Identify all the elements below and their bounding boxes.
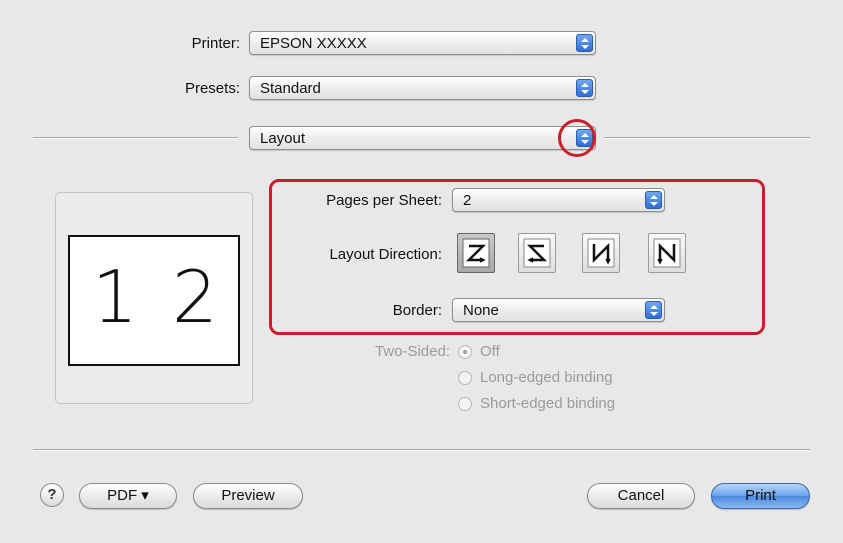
separator-right — [604, 137, 810, 139]
preview-page-2: 2 — [172, 255, 218, 339]
print-button[interactable]: Print — [711, 483, 810, 509]
layout-direction-n-button[interactable] — [582, 233, 620, 273]
printer-value: EPSON XXXXX — [260, 35, 367, 52]
layout-direction-z-button[interactable] — [457, 233, 495, 273]
z-order-left-right-icon — [462, 238, 490, 268]
pages-per-sheet-select[interactable]: 2 — [452, 188, 665, 212]
popup-arrows-icon — [576, 79, 593, 97]
printer-label: Printer: — [191, 35, 240, 52]
border-select[interactable]: None — [452, 298, 665, 322]
page-preview: 1 2 — [68, 235, 240, 366]
two-sided-long-edge-label: Long-edged binding — [480, 369, 613, 386]
help-button[interactable]: ? — [40, 483, 64, 507]
two-sided-long-edge-radio[interactable] — [458, 371, 472, 385]
pages-per-sheet-value: 2 — [463, 192, 472, 209]
popup-arrows-icon — [645, 301, 662, 319]
popup-arrows-icon — [576, 34, 593, 52]
presets-value: Standard — [260, 80, 321, 97]
preview-page-1: 1 — [92, 255, 138, 339]
panel-value: Layout — [260, 130, 306, 147]
printer-select[interactable]: EPSON XXXXX — [249, 31, 596, 55]
separator-left — [33, 137, 238, 139]
presets-label: Presets: — [184, 80, 240, 97]
preview-button[interactable]: Preview — [193, 483, 303, 509]
reverse-n-order-icon — [653, 238, 681, 268]
two-sided-off-radio[interactable] — [458, 345, 472, 359]
reverse-z-order-icon — [523, 238, 551, 268]
presets-select[interactable]: Standard — [249, 76, 596, 100]
border-value: None — [463, 302, 499, 319]
two-sided-short-edge-radio[interactable] — [458, 397, 472, 411]
two-sided-short-edge-label: Short-edged binding — [480, 395, 616, 412]
layout-direction-reverse-n-button[interactable] — [648, 233, 686, 273]
pdf-menu-button[interactable]: PDF ▾ — [79, 483, 177, 509]
n-order-top-bottom-icon — [587, 238, 615, 268]
border-label: Border: — [392, 302, 442, 319]
footer-separator — [33, 449, 810, 451]
panel-select[interactable]: Layout — [249, 126, 596, 150]
two-sided-label: Two-Sided: — [374, 343, 450, 360]
pages-per-sheet-label: Pages per Sheet: — [326, 192, 442, 209]
layout-direction-reverse-z-button[interactable] — [518, 233, 556, 273]
layout-direction-label: Layout Direction: — [329, 246, 442, 263]
popup-arrows-icon — [645, 191, 662, 209]
panel-arrows-highlight — [558, 119, 596, 157]
cancel-button[interactable]: Cancel — [587, 483, 695, 509]
two-sided-off-label: Off — [480, 343, 500, 360]
